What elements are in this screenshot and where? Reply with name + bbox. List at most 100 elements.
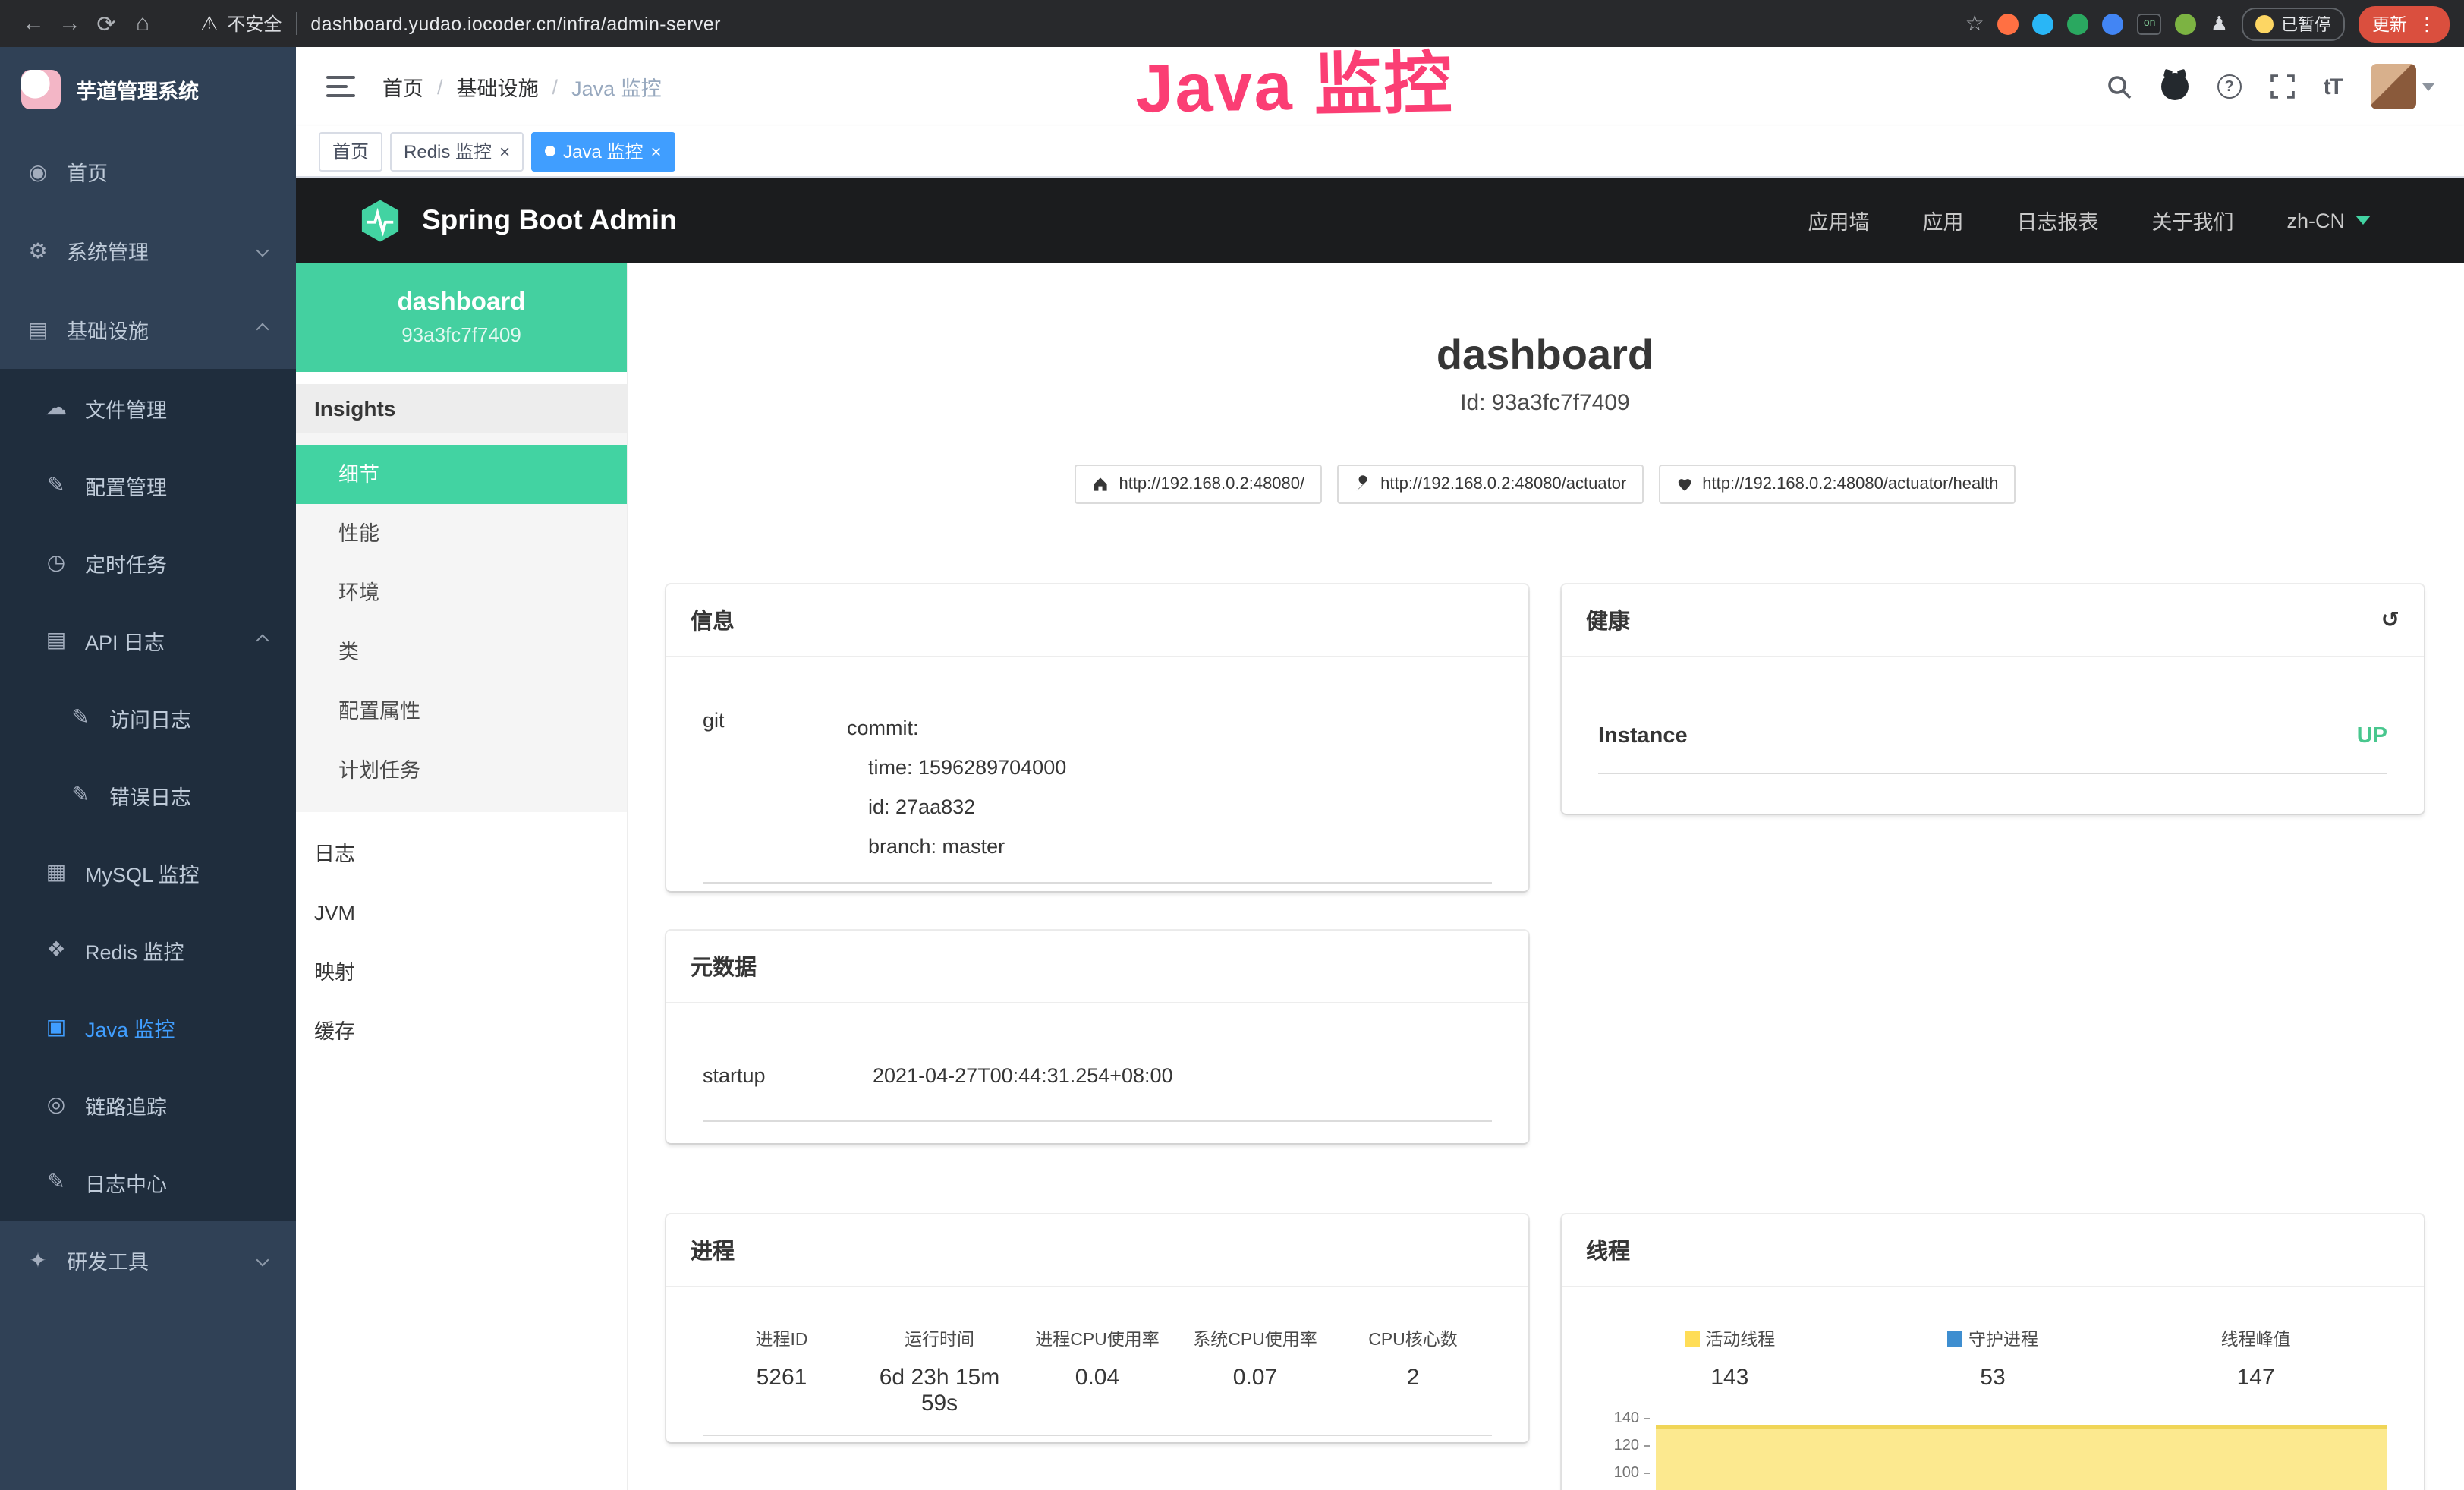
home-icon[interactable]: ⌂ — [124, 11, 161, 36]
sidebar-item-redis-monitor[interactable]: ❖ Redis 监控 — [0, 911, 296, 988]
chrome-update-button[interactable]: 更新 ⋮ — [2359, 5, 2450, 42]
sidebar-item-infrastructure[interactable]: ▤ 基础设施 — [0, 290, 296, 369]
sidebar-item-dev-tools[interactable]: ✦ 研发工具 — [0, 1221, 296, 1299]
service-url-link[interactable]: http://192.168.0.2:48080/ — [1075, 465, 1321, 504]
sba-nav-applications[interactable]: 应用 — [1922, 205, 1963, 235]
home-icon — [1091, 475, 1109, 493]
sba-menu-classes[interactable]: 类 — [296, 622, 627, 682]
sidebar-item-config-management[interactable]: ✎ 配置管理 — [0, 446, 296, 524]
fullscreen-icon[interactable] — [2270, 74, 2295, 99]
sba-menu-group-label: Insights — [296, 384, 627, 433]
breadcrumb-page: Java 监控 — [571, 71, 662, 102]
sba-menu-caches[interactable]: 缓存 — [296, 1002, 627, 1061]
info-key: git — [703, 709, 847, 867]
process-card-body: 进程ID 5261 运行时间 6d 23h 15m 59s — [666, 1287, 1528, 1436]
tab-home[interactable]: 首页 — [319, 131, 382, 171]
sidebar-item-tracing[interactable]: ◎ 链路追踪 — [0, 1066, 296, 1143]
log-center-icon: ✎ — [42, 1169, 70, 1195]
sidebar-item-label: MySQL 监控 — [85, 857, 272, 887]
chevron-up-icon — [256, 323, 269, 336]
paused-badge[interactable]: 已暂停 — [2242, 7, 2345, 40]
sidebar-item-file-management[interactable]: ☁ 文件管理 — [0, 369, 296, 446]
legend-blue-swatch — [1947, 1331, 1962, 1347]
back-icon[interactable]: ← — [15, 11, 52, 36]
sba-locale-select[interactable]: zh-CN — [2286, 209, 2371, 232]
sidebar-item-system[interactable]: ⚙ 系统管理 — [0, 211, 296, 290]
browser-menu-icon[interactable]: ⋮ — [2418, 13, 2436, 34]
sidebar-item-scheduled-jobs[interactable]: ◷ 定时任务 — [0, 524, 296, 601]
reload-icon[interactable]: ⟳ — [88, 10, 124, 37]
github-icon[interactable] — [2161, 73, 2189, 100]
sidebar-item-label: Redis 监控 — [85, 934, 272, 965]
sidebar-item-label: 日志中心 — [85, 1167, 272, 1197]
sba-menu-logs[interactable]: 日志 — [296, 824, 627, 884]
forward-icon[interactable]: → — [52, 11, 88, 36]
live-threads-col: 活动线程 143 — [1598, 1327, 1861, 1391]
sidebar-item-home[interactable]: ◉ 首页 — [0, 132, 296, 211]
extension-icon-orange[interactable] — [1998, 13, 2019, 34]
health-instance-row[interactable]: Instance UP — [1598, 724, 2387, 774]
avatar[interactable] — [2371, 64, 2434, 109]
health-card-body: Instance UP — [1562, 657, 2424, 774]
history-icon[interactable]: ↺ — [2381, 608, 2399, 632]
instance-header[interactable]: dashboard 93a3fc7f7409 — [296, 263, 627, 372]
sidebar-item-error-log[interactable]: ✎ 错误日志 — [0, 756, 296, 833]
layers-icon: ❖ — [42, 937, 70, 962]
close-icon[interactable]: × — [650, 142, 661, 160]
sba-menu-mappings[interactable]: 映射 — [296, 943, 627, 1002]
address-url[interactable]: dashboard.yudao.iocoder.cn/infra/admin-s… — [310, 13, 721, 34]
sba-title[interactable]: Spring Boot Admin — [422, 203, 677, 237]
extension-icon-pawn[interactable]: ♟ — [2211, 11, 2228, 36]
extension-icon-leaf[interactable] — [2176, 13, 2197, 34]
extension-icon-blue-drop[interactable] — [2033, 13, 2054, 34]
actuator-url-link[interactable]: http://192.168.0.2:48080/actuator — [1336, 465, 1643, 504]
process-uptime-col: 运行时间 6d 23h 15m 59s — [861, 1327, 1018, 1416]
health-card: 健康 ↺ Instance UP — [1562, 584, 2424, 814]
sba-menu-environment[interactable]: 环境 — [296, 563, 627, 622]
address-divider — [295, 12, 297, 35]
sidebar-item-mysql-monitor[interactable]: ▦ MySQL 监控 — [0, 833, 296, 911]
breadcrumb-home[interactable]: 首页 — [382, 71, 423, 102]
sba-menu-jvm[interactable]: JVM — [296, 884, 627, 943]
extension-icon-green[interactable] — [2068, 13, 2089, 34]
sba-nav-wallboard[interactable]: 应用墙 — [1808, 205, 1869, 235]
sba-menu-metrics[interactable]: 性能 — [296, 504, 627, 563]
tags-bar: 首页 Redis 监控 × Java 监控 × — [296, 126, 2464, 178]
hamburger-icon[interactable] — [326, 76, 355, 97]
brand[interactable]: 芋道管理系统 — [0, 47, 296, 132]
font-size-icon[interactable]: tT — [2324, 74, 2342, 99]
close-icon[interactable]: × — [499, 142, 510, 160]
help-icon[interactable]: ? — [2217, 74, 2242, 99]
sidebar-item-java-monitor[interactable]: ▣ Java 监控 — [0, 988, 296, 1066]
sba-nav: 应用墙 应用 日志报表 关于我们 zh-CN — [1808, 205, 2371, 235]
metadata-key: startup — [703, 1064, 873, 1087]
sba-nav-about[interactable]: 关于我们 — [2151, 205, 2233, 235]
sidebar-item-label: 首页 — [67, 156, 272, 187]
sba-menu-details[interactable]: 细节 — [296, 445, 627, 504]
sidebar-item-log-center[interactable]: ✎ 日志中心 — [0, 1143, 296, 1221]
sba-sidebar: dashboard 93a3fc7f7409 Insights 细节 性能 环境… — [296, 263, 628, 1490]
health-url-link[interactable]: http://192.168.0.2:48080/actuator/health — [1658, 465, 2015, 504]
sidebar-item-label: Java 监控 — [85, 1012, 272, 1042]
metadata-card-body: startup 2021-04-27T00:44:31.254+08:00 — [666, 1003, 1528, 1122]
site-security[interactable]: ⚠ 不安全 — [200, 11, 282, 36]
threads-chart: 140 120 100 — [1598, 1406, 2387, 1490]
threads-chart-plot — [1656, 1406, 2387, 1490]
sidebar-item-label: 链路追踪 — [85, 1089, 272, 1120]
sba-menu-config-props[interactable]: 配置属性 — [296, 682, 627, 741]
heartbeat-icon — [1675, 475, 1693, 493]
spring-boot-admin-logo-icon[interactable] — [357, 197, 404, 244]
bookmark-star-icon[interactable]: ☆ — [1965, 11, 1984, 36]
sidebar: 芋道管理系统 ◉ 首页 ⚙ 系统管理 ▤ 基础设施 ☁ 文件管理 — [0, 47, 296, 1490]
sidebar-item-api-log[interactable]: ▤ API 日志 — [0, 601, 296, 679]
extension-icon-grid[interactable] — [2103, 13, 2124, 34]
extension-icon-on-badge[interactable]: on — [2138, 13, 2162, 34]
tab-redis-monitor[interactable]: Redis 监控 × — [390, 131, 524, 171]
tab-java-monitor[interactable]: Java 监控 × — [531, 131, 675, 171]
breadcrumb-section[interactable]: 基础设施 — [457, 71, 539, 102]
sidebar-item-access-log[interactable]: ✎ 访问日志 — [0, 679, 296, 756]
sba-menu-scheduled-tasks[interactable]: 计划任务 — [296, 741, 627, 800]
page-subtitle: Id: 93a3fc7f7409 — [666, 390, 2424, 416]
search-icon[interactable] — [2107, 74, 2132, 99]
sba-nav-journal[interactable]: 日志报表 — [2016, 205, 2098, 235]
